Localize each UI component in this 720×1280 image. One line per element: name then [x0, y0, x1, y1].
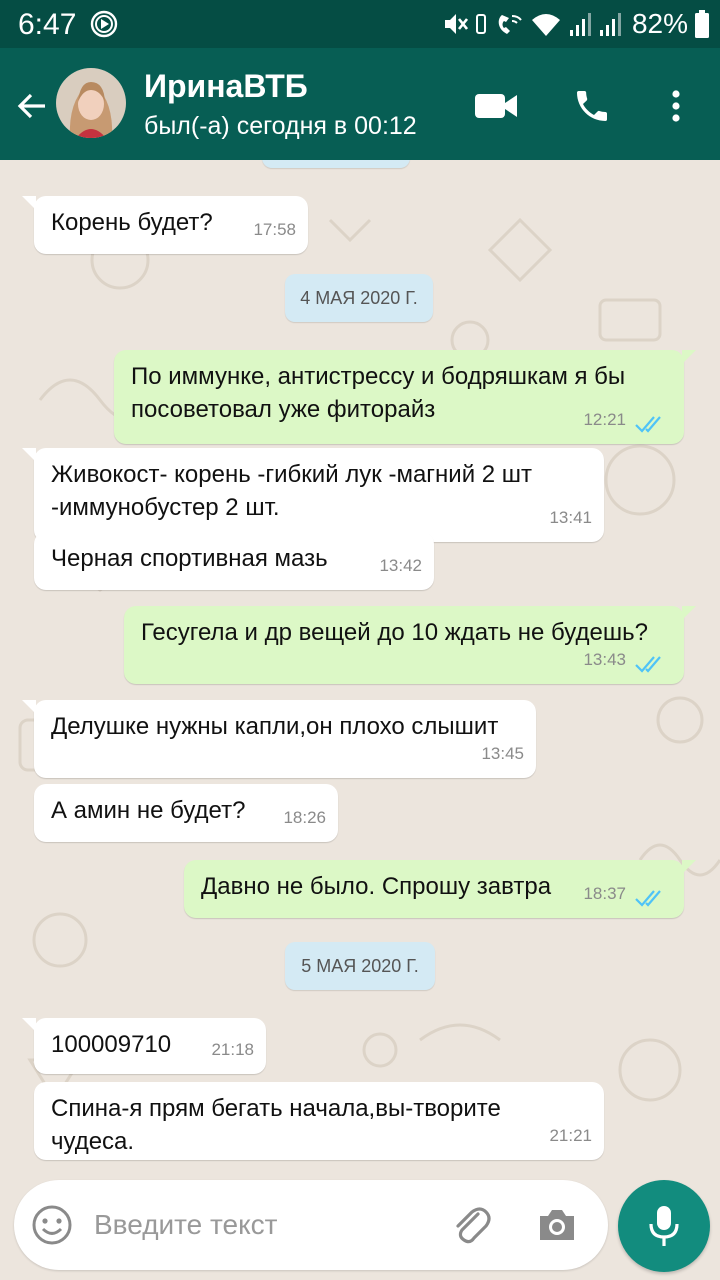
wifi-icon [531, 14, 560, 36]
status-bar: 6:47 82% [0, 0, 720, 48]
message-time: 21:21 [549, 1126, 592, 1145]
message-input[interactable] [94, 1202, 424, 1248]
chat-header: ИринаВТБ был(-а) сегодня в 00:12 [0, 48, 720, 160]
bubble-tail [682, 350, 696, 364]
contact-name[interactable]: ИринаВТБ [144, 68, 308, 105]
bubble-tail [682, 606, 696, 620]
battery-icon [695, 10, 709, 38]
bubble-tail [682, 860, 696, 874]
more-options-button[interactable] [652, 82, 700, 130]
message-bubble[interactable]: Черная спортивная мазь 13:42 [34, 532, 434, 590]
message-time: 13:43 [583, 650, 626, 669]
voice-call-button[interactable] [568, 82, 616, 130]
video-call-icon [475, 94, 517, 118]
bubble-tail [22, 1018, 36, 1032]
message-text: По иммунке, антистрессу и бодряшкам я бы… [131, 363, 626, 423]
message-text: Спина-я прям бегать начала,вы-творите чу… [51, 1095, 501, 1155]
message-text: Гесугела и др вещей до 10 ждать не будеш… [141, 619, 648, 646]
status-icons: 82% [442, 6, 710, 42]
message-bubble[interactable]: По иммунке, антистрессу и бодряшкам я бы… [114, 350, 696, 444]
bubble-tail [22, 700, 36, 714]
message-text: А амин не будет? [51, 797, 246, 824]
message-time: 18:26 [283, 808, 326, 827]
message-text: Черная спортивная мазь [51, 545, 328, 572]
back-button[interactable] [10, 84, 54, 128]
message-bubble[interactable]: 100009710 21:18 [22, 1018, 266, 1074]
voice-record-button[interactable] [618, 1180, 710, 1272]
status-time: 6:47 [18, 8, 77, 41]
message-bubble[interactable]: Спина-я прям бегать начала,вы-творите чу… [34, 1082, 604, 1160]
message-time: 12:21 [583, 410, 626, 429]
app-notification-icon [90, 10, 118, 38]
phone-icon [577, 91, 607, 121]
date-chip-partial [262, 160, 410, 168]
message-bubble[interactable]: Давно не было. Спрошу завтра 18:37 [184, 860, 696, 918]
message-text: 100009710 [51, 1031, 172, 1058]
read-ticks-icon [635, 656, 661, 673]
video-call-button[interactable] [472, 82, 520, 130]
signal-icon [599, 13, 621, 36]
date-chip: 4 МАЯ 2020 Г. [285, 274, 433, 322]
vibrate-icon [475, 14, 486, 34]
message-text: Давно не было. Спрошу завтра [201, 873, 552, 900]
mute-icon [444, 14, 468, 34]
message-bubble[interactable]: Корень будет? 17:58 [22, 196, 308, 254]
message-bubble[interactable]: А амин не будет? 18:26 [34, 784, 338, 842]
attach-icon [456, 1207, 491, 1244]
message-composer [14, 1180, 608, 1270]
message-time: 13:42 [379, 556, 422, 575]
mic-icon [649, 1206, 679, 1246]
attach-button[interactable] [446, 1200, 496, 1250]
back-arrow-icon [17, 93, 45, 119]
avatar[interactable] [56, 68, 126, 138]
camera-button[interactable] [532, 1200, 582, 1250]
last-seen-status: был(-а) сегодня в 00:12 [144, 112, 417, 140]
bubble-tail [22, 448, 36, 462]
bubble-tail [22, 196, 36, 210]
emoji-button[interactable] [28, 1201, 76, 1249]
battery-level: 82% [631, 8, 688, 39]
emoji-icon [32, 1205, 72, 1245]
read-ticks-icon [635, 416, 661, 433]
message-time: 21:18 [211, 1040, 254, 1059]
message-bubble[interactable]: Живокост- корень -гибкий лук -магний 2 ш… [22, 448, 604, 542]
read-ticks-icon [635, 890, 661, 907]
message-time: 17:58 [253, 220, 296, 239]
wifi-call-icon [498, 15, 522, 34]
message-text: Делушке нужны капли,он плохо слышит [51, 713, 499, 740]
chat-area[interactable]: Корень будет? 17:58 4 МАЯ 2020 Г. По имм… [0, 160, 720, 1170]
message-bubble[interactable]: Гесугела и др вещей до 10 ждать не будеш… [124, 606, 696, 684]
message-time: 18:37 [583, 884, 626, 903]
message-text: Живокост- корень -гибкий лук -магний 2 ш… [51, 461, 533, 521]
message-text: Корень будет? [51, 209, 213, 236]
message-bubble[interactable]: Делушке нужны капли,он плохо слышит 13:4… [22, 700, 536, 778]
signal-icon [569, 13, 591, 36]
camera-icon [540, 1210, 574, 1240]
date-chip: 5 МАЯ 2020 Г. [285, 942, 435, 990]
contact-photo [56, 68, 126, 138]
message-time: 13:45 [481, 744, 524, 763]
more-vert-icon [672, 90, 680, 122]
message-time: 13:41 [549, 508, 592, 527]
